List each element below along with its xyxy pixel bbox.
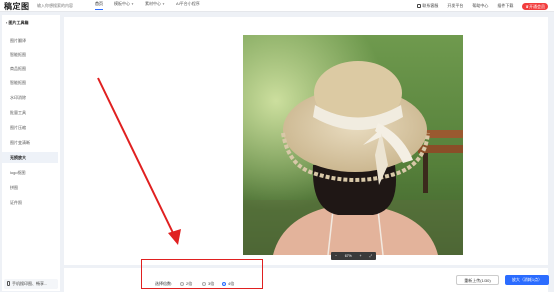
annotation-arrow xyxy=(97,77,181,245)
annotation-highlight-box xyxy=(141,259,263,289)
